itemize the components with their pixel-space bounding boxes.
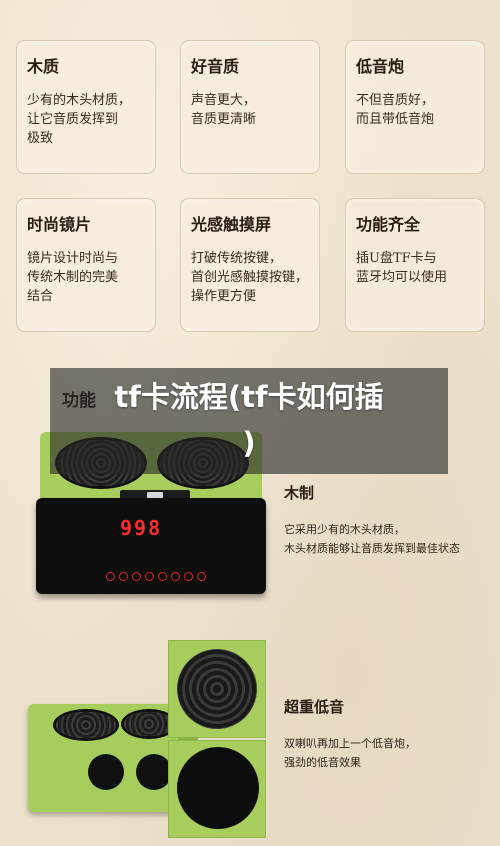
feature-card-sound: 好音质 声音更大， 音质更清晰	[180, 40, 320, 174]
speaker-detail-top	[168, 640, 266, 738]
button-icon	[197, 572, 206, 581]
product-feature-desc: 双喇叭再加上一个低音炮， 强劲的低音效果	[284, 737, 416, 769]
feature-title: 低音炮	[356, 57, 405, 76]
button-icon	[171, 572, 180, 581]
button-icon	[132, 572, 141, 581]
speaker-side-image	[28, 704, 198, 812]
speaker-cone-icon	[56, 712, 116, 738]
product-feature-title: 木制	[284, 484, 315, 502]
feature-desc: 打破传统按键， 首创光感触摸按键， 操作更方便	[191, 251, 309, 304]
bass-port	[136, 754, 172, 790]
led-display: 998	[120, 516, 163, 540]
button-icon	[119, 572, 128, 581]
speaker-front-panel: 998	[36, 498, 266, 594]
feature-title: 功能齐全	[356, 215, 421, 234]
button-icon	[184, 572, 193, 581]
feature-card-bass: 低音炮 不但音质好， 而且带低音炮	[345, 40, 485, 174]
button-icon	[145, 572, 154, 581]
title-overlay: tf卡流程(tf卡如何插 )	[50, 368, 448, 474]
button-icon	[158, 572, 167, 581]
feature-card-functions: 功能齐全 插U盘TF卡与 蓝牙均可以使用	[345, 198, 485, 332]
speaker-cone-icon	[177, 649, 257, 729]
feature-card-mirror: 时尚镜片 镜片设计时尚与 传统木制的完美 结合	[16, 198, 156, 332]
touch-buttons	[106, 572, 206, 581]
speaker-detail-bottom	[168, 740, 266, 838]
button-icon	[106, 572, 115, 581]
feature-title: 木质	[27, 57, 60, 76]
feature-desc: 不但音质好， 而且带低音炮	[356, 93, 435, 127]
feature-desc: 少有的木头材质， 让它音质发挥到 极致	[27, 93, 132, 146]
feature-card-wood: 木质 少有的木头材质， 让它音质发挥到 极致	[16, 40, 156, 174]
bass-port	[88, 754, 124, 790]
subwoofer-icon	[177, 747, 259, 829]
feature-card-touch: 光感触摸屏 打破传统按键， 首创光感触摸按键， 操作更方便	[180, 198, 320, 332]
product-feature-desc: 它采用少有的木头材质， 木头材质能够让音质发挥到最佳状态	[284, 523, 460, 555]
feature-desc: 声音更大， 音质更清晰	[191, 93, 257, 127]
feature-desc: 镜片设计时尚与 传统木制的完美 结合	[27, 251, 119, 304]
feature-title: 时尚镜片	[27, 215, 92, 234]
overlay-title: tf卡流程(tf卡如何插 )	[114, 380, 384, 460]
product-feature-title: 超重低音	[284, 698, 345, 716]
speaker-cone-icon	[124, 712, 174, 736]
feature-title: 光感触摸屏	[191, 215, 272, 234]
feature-desc: 插U盘TF卡与 蓝牙均可以使用	[356, 251, 448, 285]
feature-title: 好音质	[191, 57, 240, 76]
